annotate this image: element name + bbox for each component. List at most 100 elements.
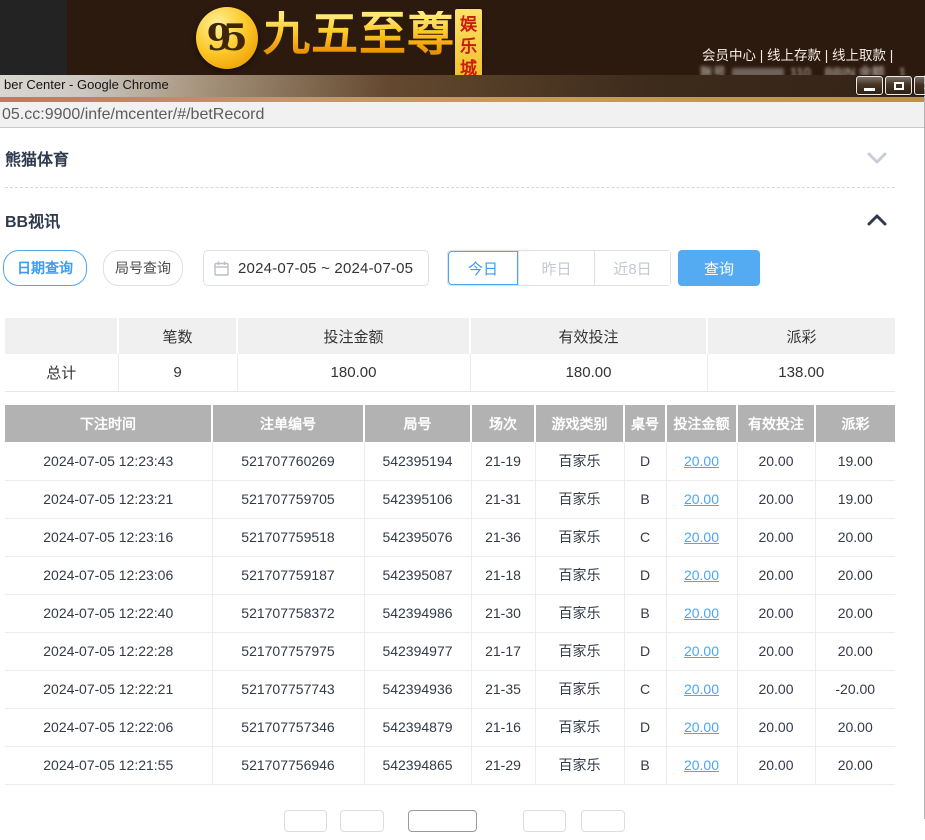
table-row: 2024-07-05 12:22:28521707757975542394977…	[5, 632, 895, 670]
bet-amount-link[interactable]: 20.00	[684, 453, 719, 469]
bet-amount-cell: 20.00	[666, 708, 737, 746]
yesterday-button[interactable]: 昨日	[518, 251, 594, 285]
game-type-cell: 百家乐	[535, 708, 624, 746]
date-query-tab[interactable]: 日期查询	[3, 250, 87, 286]
bet-amount-link[interactable]: 20.00	[684, 567, 719, 583]
bet-record-table: 下注时间 注单编号 局号 场次 游戏类别 桌号 投注金额 有效投注 派彩 202…	[5, 405, 895, 785]
order-no-cell: 521707759705	[212, 480, 364, 518]
section-title: BB视讯	[5, 208, 60, 232]
url-bar[interactable]: 05.cc:9900/infe/mcenter/#/betRecord	[0, 102, 924, 128]
game-type-cell: 百家乐	[535, 480, 624, 518]
date-range-input[interactable]: 2024-07-05 ~ 2024-07-05	[203, 250, 429, 286]
logo-glyph: 95	[206, 17, 247, 59]
quick-date-group: 今日 昨日 近8日	[447, 250, 671, 286]
maximize-button[interactable]	[885, 76, 912, 95]
table-row: 2024-07-05 12:23:43521707760269542395194…	[5, 442, 895, 480]
order-no-cell: 521707759187	[212, 556, 364, 594]
bet-time-cell: 2024-07-05 12:22:06	[5, 708, 212, 746]
game-type-cell: 百家乐	[535, 670, 624, 708]
brand-95-logo-icon: 95	[196, 7, 258, 69]
last-8-days-button[interactable]: 近8日	[594, 251, 670, 285]
summary-header-cell: 派彩	[707, 318, 895, 354]
bet-amount-link[interactable]: 20.00	[684, 757, 719, 773]
close-button[interactable]: ✕	[914, 76, 925, 95]
bet-table-header-cell: 有效投注	[737, 405, 815, 442]
table-row: 2024-07-05 12:22:06521707757346542394879…	[5, 708, 895, 746]
minimize-icon	[864, 88, 875, 91]
table-row: 2024-07-05 12:23:16521707759518542395076…	[5, 518, 895, 556]
pagination-button[interactable]	[284, 810, 327, 832]
bet-amount-link[interactable]: 20.00	[684, 681, 719, 697]
table-no-cell: B	[624, 746, 666, 784]
round-no-cell: 542395076	[364, 518, 471, 556]
maximize-icon	[894, 82, 904, 90]
bet-table-body: 2024-07-05 12:23:43521707760269542395194…	[5, 442, 895, 784]
table-no-cell: C	[624, 518, 666, 556]
chevron-up-icon[interactable]	[867, 214, 887, 226]
bet-table-header-cell: 下注时间	[5, 405, 212, 442]
payout-cell: 20.00	[815, 708, 895, 746]
header-nav-links[interactable]: 会员中心 | 线上存款 | 线上取款 |	[702, 44, 925, 64]
bet-table-header-row: 下注时间 注单编号 局号 场次 游戏类别 桌号 投注金额 有效投注 派彩	[5, 405, 895, 442]
pagination-button[interactable]	[340, 810, 384, 832]
bet-record-page: 熊猫体育 BB视讯 日期查询 局号查询 2024-07	[0, 128, 924, 819]
window-titlebar[interactable]: ber Center - Google Chrome ✕	[0, 75, 924, 97]
round-no-cell: 542394879	[364, 708, 471, 746]
pagination-button[interactable]	[408, 810, 477, 832]
summary-table: 笔数 投注金额 有效投注 派彩 总计 9 180.00 180.00 138.0…	[5, 318, 895, 392]
accordion-panda-sports[interactable]: 熊猫体育	[5, 128, 895, 188]
valid-bet-cell: 20.00	[737, 670, 815, 708]
logo-text: 九五至尊	[263, 11, 455, 58]
game-type-cell: 百家乐	[535, 746, 624, 784]
payout-cell: 20.00	[815, 632, 895, 670]
session-cell: 21-31	[471, 480, 535, 518]
table-no-cell: B	[624, 480, 666, 518]
table-row: 2024-07-05 12:22:21521707757743542394936…	[5, 670, 895, 708]
valid-bet-cell: 20.00	[737, 746, 815, 784]
table-no-cell: D	[624, 442, 666, 480]
summary-header-cell: 笔数	[118, 318, 237, 354]
table-no-cell: D	[624, 556, 666, 594]
bet-table-header-cell: 局号	[364, 405, 471, 442]
table-row: 2024-07-05 12:21:55521707756946542394865…	[5, 746, 895, 784]
bet-amount-cell: 20.00	[666, 480, 737, 518]
round-no-cell: 542394977	[364, 632, 471, 670]
accordion-bb-video[interactable]: BB视讯	[5, 189, 895, 245]
summary-header-row: 笔数 投注金额 有效投注 派彩	[5, 318, 895, 354]
search-button[interactable]: 查询	[678, 250, 760, 286]
bet-amount-link[interactable]: 20.00	[684, 719, 719, 735]
table-row: 2024-07-05 12:22:40521707758372542394986…	[5, 594, 895, 632]
table-no-cell: C	[624, 670, 666, 708]
pagination-button[interactable]	[523, 810, 566, 832]
bet-amount-link[interactable]: 20.00	[684, 491, 719, 507]
session-cell: 21-17	[471, 632, 535, 670]
bet-amount-link[interactable]: 20.00	[684, 643, 719, 659]
order-no-cell: 521707756946	[212, 746, 364, 784]
minimize-button[interactable]	[856, 76, 883, 95]
bet-time-cell: 2024-07-05 12:22:40	[5, 594, 212, 632]
chevron-down-icon[interactable]	[867, 152, 887, 164]
order-no-cell: 521707757975	[212, 632, 364, 670]
bet-amount-cell: 20.00	[666, 442, 737, 480]
summary-bet-amount: 180.00	[237, 354, 470, 391]
bet-amount-link[interactable]: 20.00	[684, 529, 719, 545]
window-title: ber Center - Google Chrome	[4, 77, 169, 92]
bet-amount-cell: 20.00	[666, 632, 737, 670]
table-row: 2024-07-05 12:23:21521707759705542395106…	[5, 480, 895, 518]
game-type-cell: 百家乐	[535, 442, 624, 480]
bet-table-header-cell: 场次	[471, 405, 535, 442]
round-query-tab[interactable]: 局号查询	[103, 250, 183, 286]
summary-header-cell: 投注金额	[237, 318, 470, 354]
order-no-cell: 521707760269	[212, 442, 364, 480]
session-cell: 21-19	[471, 442, 535, 480]
today-button[interactable]: 今日	[448, 251, 518, 285]
bet-amount-cell: 20.00	[666, 556, 737, 594]
bet-table-header-cell: 投注金额	[666, 405, 737, 442]
summary-total-label: 总计	[5, 354, 118, 391]
bet-amount-link[interactable]: 20.00	[684, 605, 719, 621]
query-toolbar: 日期查询 局号查询 2024-07-05 ~ 2024-07-05 今日 昨日 …	[3, 250, 760, 286]
calendar-icon	[214, 261, 229, 276]
bet-time-cell: 2024-07-05 12:23:16	[5, 518, 212, 556]
pagination-button[interactable]	[581, 810, 625, 832]
order-no-cell: 521707758372	[212, 594, 364, 632]
